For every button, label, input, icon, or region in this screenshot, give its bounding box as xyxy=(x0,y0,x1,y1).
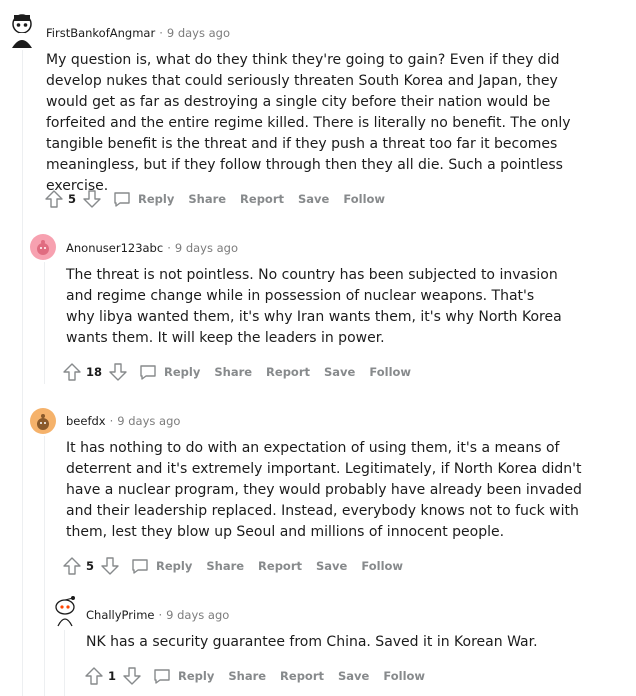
meta-separator: · xyxy=(158,608,163,622)
save-button[interactable]: Save xyxy=(298,192,329,206)
meta-separator: · xyxy=(167,241,171,255)
comment-meta: Anonuser123abc · 9 days ago xyxy=(66,241,238,255)
reply-button[interactable]: Reply xyxy=(178,669,214,683)
author-name[interactable]: ChallyPrime xyxy=(86,608,155,622)
upvote-icon[interactable] xyxy=(84,666,104,686)
report-button[interactable]: Report xyxy=(240,192,284,206)
save-button[interactable]: Save xyxy=(324,365,355,379)
thread-line[interactable] xyxy=(22,50,23,696)
snoo-avatar-icon[interactable] xyxy=(52,594,78,628)
save-button[interactable]: Save xyxy=(316,559,347,573)
follow-button[interactable]: Follow xyxy=(383,669,425,683)
thread-line[interactable] xyxy=(44,436,45,696)
comment-text: My question is, what do they think they'… xyxy=(46,52,571,194)
comment-body: NK has a security guarantee from China. … xyxy=(86,632,586,653)
comment-body: The threat is not pointless. No country … xyxy=(66,265,566,349)
reply-button[interactable]: Reply xyxy=(164,365,200,379)
reply-icon[interactable] xyxy=(138,362,158,382)
comment-actions: 1 Reply Share Report Save Follow xyxy=(84,665,425,687)
report-button[interactable]: Report xyxy=(258,559,302,573)
upvote-icon[interactable] xyxy=(44,189,64,209)
timestamp[interactable]: 9 days ago xyxy=(175,241,238,255)
share-button[interactable]: Share xyxy=(206,559,244,573)
save-button[interactable]: Save xyxy=(338,669,369,683)
reply-button[interactable]: Reply xyxy=(138,192,174,206)
meta-separator: · xyxy=(159,26,163,40)
report-button[interactable]: Report xyxy=(266,365,310,379)
vote-score: 18 xyxy=(86,365,103,379)
comment-meta: ChallyPrime · 9 days ago xyxy=(86,608,229,622)
share-button[interactable]: Share xyxy=(228,669,266,683)
comment-meta: FirstBankofAngmar · 9 days ago xyxy=(46,26,230,40)
follow-button[interactable]: Follow xyxy=(343,192,385,206)
snoo-avatar-icon[interactable] xyxy=(8,12,36,50)
thread-line[interactable] xyxy=(64,630,65,696)
timestamp[interactable]: 9 days ago xyxy=(167,26,230,40)
comment-text: The threat is not pointless. No country … xyxy=(66,267,562,346)
reply-icon[interactable] xyxy=(130,556,150,576)
comment-body: My question is, what do they think they'… xyxy=(46,50,586,197)
timestamp[interactable]: 9 days ago xyxy=(166,608,229,622)
downvote-icon[interactable] xyxy=(108,362,128,382)
timestamp[interactable]: 9 days ago xyxy=(117,414,180,428)
follow-button[interactable]: Follow xyxy=(361,559,403,573)
reply-icon[interactable] xyxy=(152,666,172,686)
author-name[interactable]: FirstBankofAngmar xyxy=(46,26,155,40)
upvote-icon[interactable] xyxy=(62,556,82,576)
report-button[interactable]: Report xyxy=(280,669,324,683)
downvote-icon[interactable] xyxy=(82,189,102,209)
share-button[interactable]: Share xyxy=(188,192,226,206)
follow-button[interactable]: Follow xyxy=(369,365,411,379)
comment-actions: 5 Reply Share Report Save Follow xyxy=(62,555,403,577)
comment-text: NK has a security guarantee from China. … xyxy=(86,634,538,650)
thread-line[interactable] xyxy=(44,262,45,384)
reply-button[interactable]: Reply xyxy=(156,559,192,573)
author-name[interactable]: beefdx xyxy=(66,414,106,428)
comment-text: It has nothing to do with an expectation… xyxy=(66,440,582,540)
vote-score: 5 xyxy=(68,192,77,206)
upvote-icon[interactable] xyxy=(62,362,82,382)
vote-score: 5 xyxy=(86,559,95,573)
downvote-icon[interactable] xyxy=(100,556,120,576)
share-button[interactable]: Share xyxy=(214,365,252,379)
reply-icon[interactable] xyxy=(112,189,132,209)
orange-snoo-avatar-icon[interactable] xyxy=(30,408,56,434)
pink-snoo-avatar-icon[interactable] xyxy=(30,234,56,260)
comment-actions: 18 Reply Share Report Save Follow xyxy=(62,361,411,383)
meta-separator: · xyxy=(109,414,114,428)
author-name[interactable]: Anonuser123abc xyxy=(66,241,163,255)
downvote-icon[interactable] xyxy=(122,666,142,686)
vote-score: 1 xyxy=(108,669,117,683)
comment-meta: beefdx · 9 days ago xyxy=(66,414,180,428)
comment-body: It has nothing to do with an expectation… xyxy=(66,438,591,543)
comment-actions: 5 Reply Share Report Save Follow xyxy=(44,188,385,210)
